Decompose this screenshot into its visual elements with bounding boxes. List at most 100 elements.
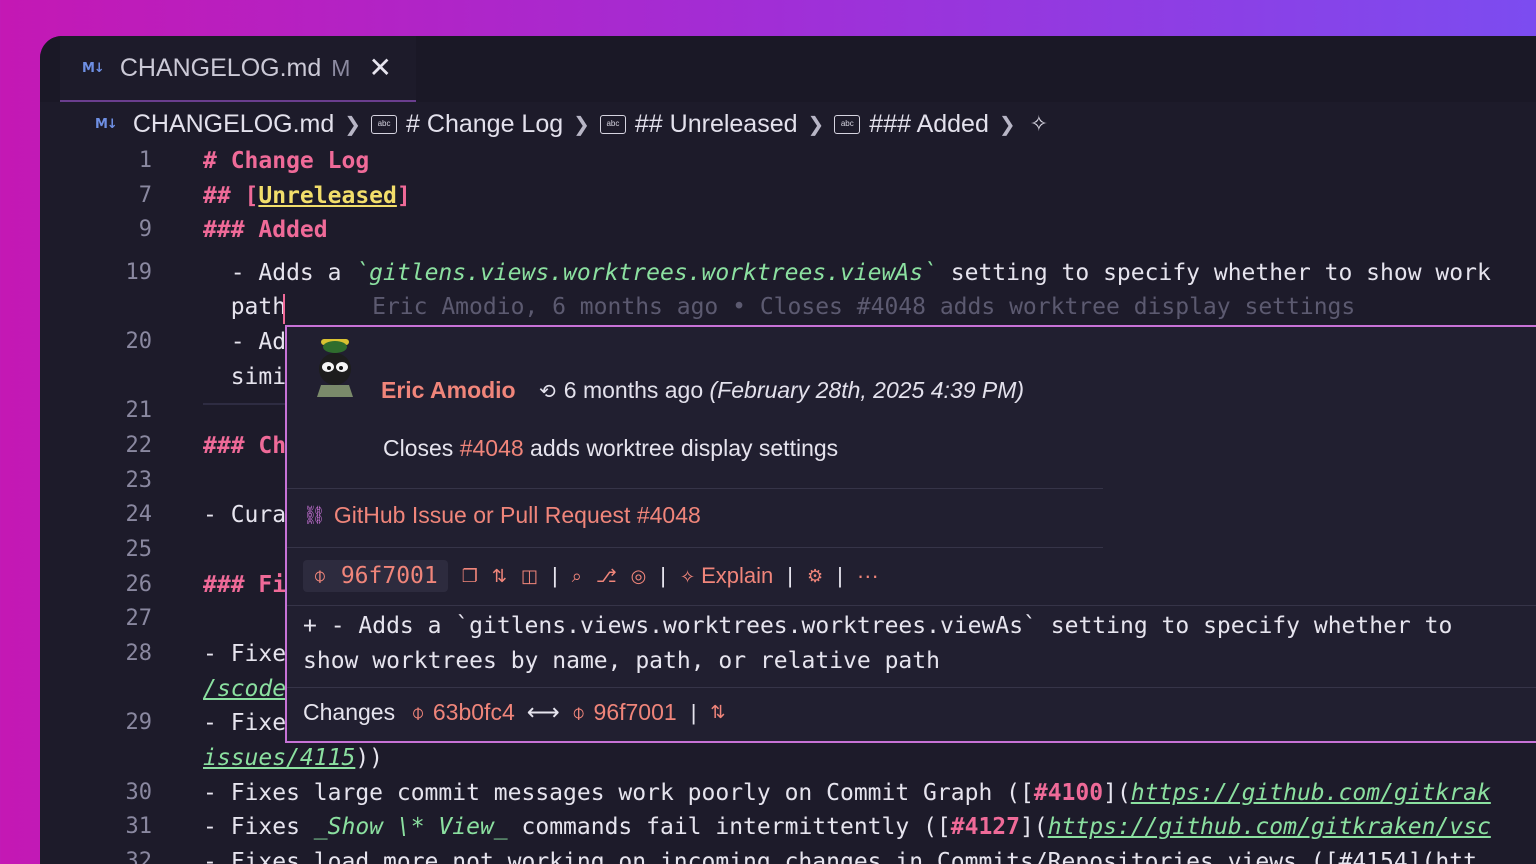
code-line: - Fixe (203, 710, 287, 736)
code-line: - Fixe (203, 641, 287, 667)
commit-sha: 96f7001 (340, 563, 438, 589)
separator: | (787, 563, 793, 588)
code-line: - Fixes _Show \* View_ commands fail int… (203, 814, 1491, 840)
issue-link[interactable]: #4048 (460, 435, 524, 461)
code-link[interactable]: https://github.com/gitkraken/vsc (1048, 814, 1491, 840)
separator: | (837, 563, 843, 588)
separator: | (552, 563, 558, 588)
code-token: )) (355, 745, 384, 771)
chevron-right-icon: ❯ (573, 112, 590, 136)
line-number: 28 (125, 641, 153, 666)
divider (287, 488, 1103, 489)
code-line: ## [Unreleased] (203, 183, 411, 209)
more-icon[interactable]: ··· (857, 563, 879, 589)
absolute-date: (February 28th, 2025 4:39 PM) (709, 377, 1025, 403)
line-number: 27 (125, 606, 153, 631)
tab-bar: M↓ CHANGELOG.md M ✕ (40, 36, 1536, 102)
to-sha-link[interactable]: 96f7001 (594, 699, 677, 726)
markdown-icon: M↓ (82, 60, 105, 76)
settings-icon[interactable]: ⚙ (807, 566, 823, 587)
divider (287, 687, 1536, 688)
close-icon[interactable]: ✕ (368, 54, 391, 82)
compare-icon[interactable]: ⇅ (710, 702, 725, 723)
commit-icon: ⌽ (571, 699, 586, 726)
changes-label: Changes (303, 699, 396, 725)
chevron-right-icon: ❯ (807, 112, 825, 136)
commit-sha-button[interactable]: ⌽ 96f7001 (303, 560, 448, 592)
code-token: ]( (1103, 780, 1131, 806)
separator: | (690, 699, 697, 725)
code-line: - Cura (203, 502, 287, 528)
sparkle-icon[interactable]: ✧ (1030, 111, 1048, 137)
string-symbol-icon: abc (834, 114, 861, 134)
pr-link-label: GitHub Issue or Pull Request #4048 (333, 502, 701, 528)
string-symbol-icon: abc (599, 114, 626, 134)
explain-button[interactable]: ✧ Explain (680, 563, 773, 589)
line-number: 24 (125, 502, 153, 527)
code-line: - Ad (203, 329, 287, 355)
breadcrumb-item[interactable]: # Change Log (406, 110, 563, 139)
link-icon: ⛓ (303, 505, 326, 526)
diff-line: + - Adds a `gitlens.views.worktrees.work… (303, 613, 1453, 639)
breadcrumb-file[interactable]: CHANGELOG.md (133, 110, 334, 139)
graph-icon[interactable]: ⎇ (596, 566, 617, 587)
diff-line: show worktrees by name, path, or relativ… (303, 648, 940, 674)
chevron-right-icon: ❯ (998, 112, 1016, 136)
code-line: - Fixes large commit messages work poorl… (203, 780, 1491, 806)
relative-date: 6 months ago (563, 377, 704, 403)
history-icon: ⟲ (539, 379, 556, 403)
code-token: Unreleased (258, 183, 397, 209)
arrow-icon: ⟷ (526, 699, 560, 725)
code-line: - Adds a `gitlens.views.worktrees.worktr… (203, 260, 1491, 286)
line-number: 23 (125, 468, 153, 493)
line-number: 7 (138, 183, 152, 208)
commit-author[interactable]: Eric Amodio (381, 377, 516, 404)
breadcrumb-item[interactable]: ## Unreleased (635, 110, 798, 139)
tab-changelog[interactable]: M↓ CHANGELOG.md M ✕ (60, 36, 416, 102)
globe-icon[interactable]: ◎ (631, 566, 647, 587)
code-link[interactable]: /scode (203, 676, 286, 702)
code-token: ## [ (203, 183, 259, 209)
code-line: simi (203, 364, 287, 390)
breadcrumb-item[interactable]: ### Added (869, 110, 989, 139)
commit-icon: ⌽ (313, 563, 327, 589)
changes-row: Changes ⌽ 63b0fc4 ⟷ ⌽ 96f7001 | ⇅ (303, 699, 726, 726)
code-line: - Fixes load more not working on incomin… (203, 849, 1477, 864)
line-number: 30 (125, 780, 153, 805)
code-link[interactable]: https://github.com/gitkrak (1131, 780, 1491, 806)
search-icon[interactable]: ⌕ (572, 566, 582, 587)
code-link[interactable]: issues/4115 (203, 745, 355, 771)
pr-link[interactable]: ⛓ GitHub Issue or Pull Request #4048 (303, 502, 701, 529)
code-token: `gitlens.views.worktrees.worktrees.viewA… (355, 260, 937, 286)
open-changes-icon[interactable]: ◫ (521, 566, 538, 587)
line-number: 25 (125, 537, 153, 562)
sparkle-icon: ✧ (680, 567, 696, 588)
blame-hover-card: Eric Amodio ⟲ 6 months ago (February 28th… (285, 325, 1536, 743)
from-sha-link[interactable]: 63b0fc4 (433, 699, 515, 726)
code-token: _Show \* View_ (313, 814, 508, 840)
code-token: - Adds a (203, 260, 356, 286)
commit-message-text: adds worktree display settings (523, 435, 839, 461)
line-number: 21 (125, 398, 153, 423)
line-number: 22 (125, 433, 153, 458)
compare-icon[interactable]: ⇅ (492, 566, 507, 587)
code-token: #4100 (1033, 780, 1104, 806)
inline-blame[interactable]: Eric Amodio, 6 months ago • Closes #4048… (372, 294, 1355, 320)
commit-icon: ⌽ (411, 699, 425, 726)
code-token: #4127 (950, 814, 1021, 840)
code-line: path Eric Amodio, 6 months ago • Closes #… (203, 294, 1356, 320)
copy-icon[interactable]: ❐ (462, 566, 478, 587)
commit-message-text: Closes (383, 435, 460, 461)
modified-indicator: M (331, 54, 351, 81)
code-line: ### Fi (203, 572, 287, 598)
line-number: 29 (125, 710, 153, 735)
code-token: setting to specify whether to show work (936, 260, 1491, 286)
line-number: 1 (138, 148, 152, 173)
text-cursor (283, 294, 285, 324)
line-number: 9 (138, 217, 152, 242)
code-line: # Change Log (203, 148, 370, 174)
diff-preview: + - Adds a `gitlens.views.worktrees.work… (303, 609, 1452, 679)
code-token: commands fail intermittently ([ (507, 814, 951, 840)
explain-label: Explain (701, 563, 774, 588)
code-line: ### Ch (203, 433, 287, 459)
